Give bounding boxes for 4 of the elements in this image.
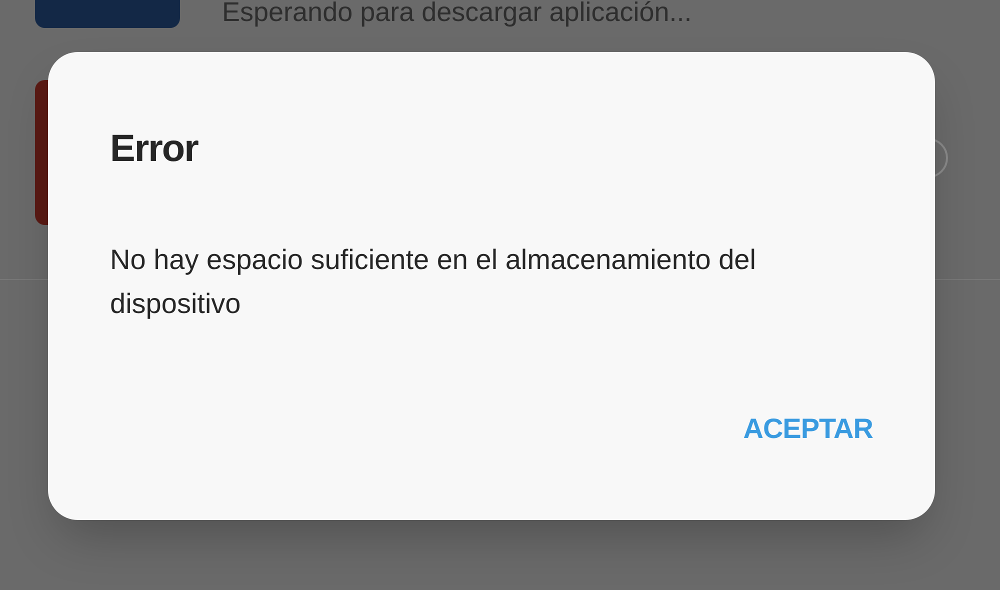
- dialog-message: No hay espacio suficiente en el almacenamiento del dispositivo: [110, 243, 757, 321]
- dialog-title: Error: [110, 127, 200, 172]
- accept-button[interactable]: ACEPTAR: [741, 404, 875, 454]
- download-status: Esperando para descargar aplicación...: [222, 0, 692, 28]
